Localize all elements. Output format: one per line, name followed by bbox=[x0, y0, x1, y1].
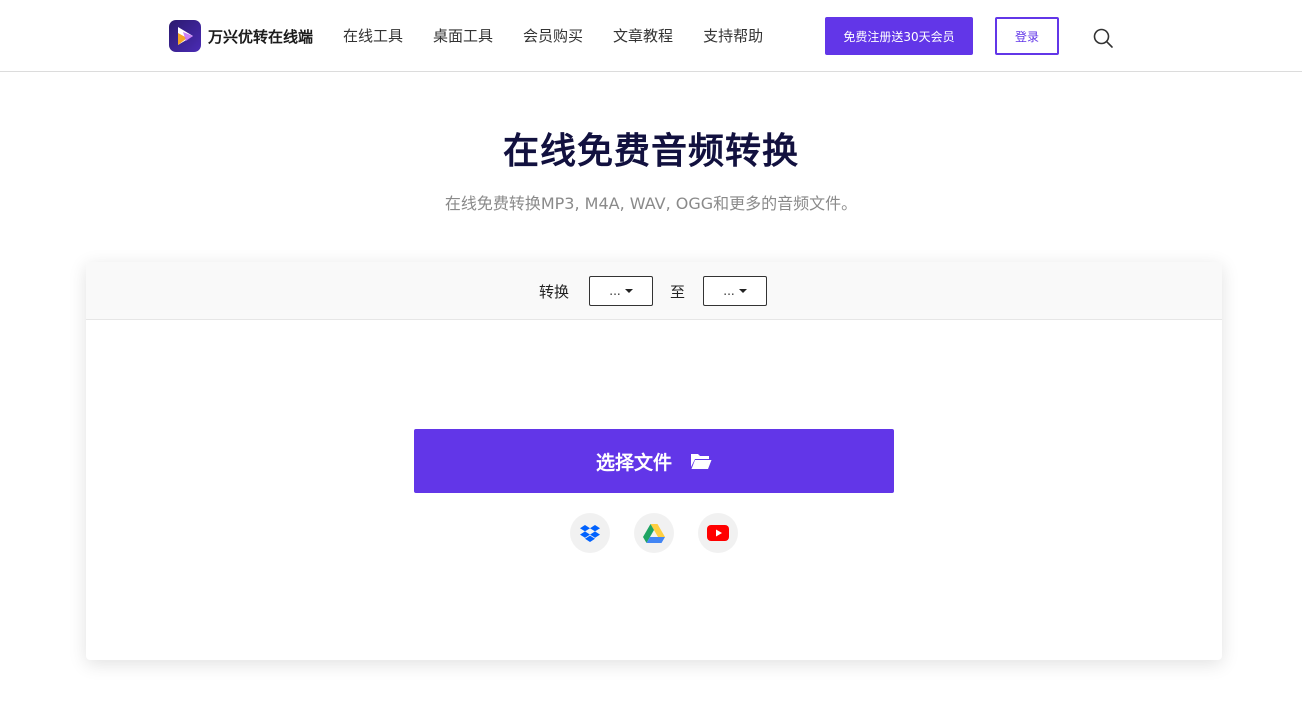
choose-file-button[interactable]: 选择文件 bbox=[414, 429, 894, 493]
youtube-icon bbox=[707, 525, 729, 541]
google-drive-icon bbox=[643, 523, 665, 543]
nav-desktop-tools[interactable]: 桌面工具 bbox=[433, 26, 493, 46]
chevron-down-icon bbox=[624, 289, 633, 293]
converter-format-bar: 转换 ... 至 ... bbox=[86, 262, 1222, 320]
chevron-down-icon bbox=[738, 289, 747, 293]
folder-open-icon bbox=[691, 454, 712, 469]
choose-file-label: 选择文件 bbox=[595, 451, 672, 474]
signup-button[interactable]: 免费注册送30天会员 bbox=[825, 17, 973, 55]
main-nav: 在线工具 桌面工具 会员购买 文章教程 支持帮助 bbox=[343, 26, 793, 46]
nav-support[interactable]: 支持帮助 bbox=[703, 26, 763, 46]
top-navigation-bar: 万兴优转在线端 在线工具 桌面工具 会员购买 文章教程 支持帮助 免费注册送30… bbox=[0, 0, 1302, 72]
dropbox-icon bbox=[580, 525, 600, 542]
login-button[interactable]: 登录 bbox=[995, 17, 1059, 55]
youtube-button[interactable] bbox=[698, 513, 738, 553]
google-drive-button[interactable] bbox=[634, 513, 674, 553]
from-format-dropdown[interactable]: ... bbox=[589, 276, 653, 306]
to-format-value: ... bbox=[723, 284, 735, 298]
converter-panel: 转换 ... 至 ... 选择文件 bbox=[86, 262, 1222, 660]
search-icon[interactable] bbox=[1092, 27, 1114, 49]
brand-logo[interactable]: 万兴优转在线端 bbox=[169, 20, 313, 52]
page-title: 在线免费音频转换 bbox=[502, 131, 799, 172]
from-format-value: ... bbox=[609, 284, 621, 298]
page-subtitle: 在线免费转换MP3, M4A, WAV, OGG和更多的音频文件。 bbox=[444, 194, 858, 213]
brand-logo-icon bbox=[169, 20, 201, 52]
brand-name: 万兴优转在线端 bbox=[208, 27, 314, 46]
nav-articles[interactable]: 文章教程 bbox=[613, 26, 673, 46]
to-format-dropdown[interactable]: ... bbox=[703, 276, 767, 306]
convert-label: 转换 bbox=[539, 283, 570, 301]
to-label: 至 bbox=[670, 283, 686, 301]
nav-membership[interactable]: 会员购买 bbox=[523, 26, 583, 46]
nav-online-tools[interactable]: 在线工具 bbox=[343, 26, 403, 46]
dropbox-button[interactable] bbox=[570, 513, 610, 553]
